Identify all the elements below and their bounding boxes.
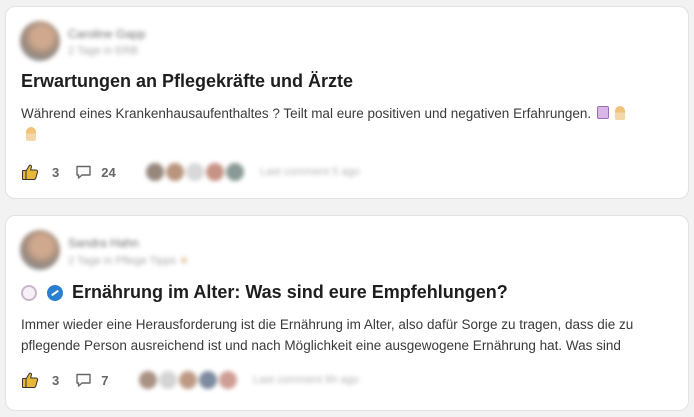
thumbs-up-icon [22,164,39,180]
comment-button[interactable]: 24 [75,164,116,180]
comment-button[interactable]: 7 [75,372,108,388]
participant-avatar [137,369,159,391]
comment-bubble-icon [76,165,91,179]
participant-avatar [197,369,219,391]
author-avatar[interactable] [20,230,60,270]
participant-avatars: Last comment 6h ago [137,368,359,392]
post-excerpt: Während eines Krankenhausaufenthaltes ? … [21,103,672,145]
post-card[interactable]: Caroline Gapp 2 Tage in ERB Erwartungen … [5,6,689,199]
post-excerpt-text: Während eines Krankenhausaufenthaltes ? … [21,106,592,121]
nurse-emoji-icon [615,106,626,120]
hospital-emoji-icon [597,106,610,119]
participant-avatar [217,369,239,391]
scale-emoji-icon [47,284,63,301]
post-title-text[interactable]: Ernährung im Alter: Was sind eure Empfeh… [72,282,508,303]
participant-avatar [144,161,166,183]
comment-count: 24 [101,164,116,180]
author-name[interactable]: Caroline Gapp [68,27,145,41]
like-button[interactable]: 3 [21,163,59,181]
like-count: 3 [52,164,60,180]
post-title[interactable]: Erwartungen an Pflegekräfte und Ärzte [21,71,353,92]
post-card[interactable]: Sandra Hahn 2 Tage in Pflege Tipps ★ Ern… [5,215,689,411]
participant-avatar [184,161,206,183]
author-meta: 2 Tage in ERB [68,45,139,57]
plate-emoji-icon [21,284,37,301]
last-activity: Last comment 5 ago [260,166,360,178]
post-author[interactable]: Caroline Gapp 2 Tage in ERB [20,19,190,67]
like-button[interactable]: 3 [21,371,59,389]
post-actions: 3 7 [21,368,108,392]
last-activity: Last comment 6h ago [253,374,359,386]
like-count: 3 [52,372,60,388]
participant-avatar [164,161,186,183]
author-name[interactable]: Sandra Hahn [68,236,139,250]
author-meta-text: 2 Tage in Pflege Tipps [68,255,177,267]
participant-avatar [157,369,179,391]
participant-avatars: Last comment 5 ago [144,160,360,184]
participant-avatar [177,369,199,391]
comment-count: 7 [101,372,109,388]
author-avatar[interactable] [20,21,60,61]
author-meta: 2 Tage in Pflege Tipps ★ [68,255,189,267]
post-title[interactable]: Ernährung im Alter: Was sind eure Empfeh… [21,282,508,303]
post-author[interactable]: Sandra Hahn 2 Tage in Pflege Tipps ★ [20,228,190,276]
post-actions: 3 24 [21,160,116,184]
participant-avatar [204,161,226,183]
thumbs-up-icon [22,372,39,388]
comment-bubble-icon [76,373,91,387]
nurse-emoji-icon [26,127,36,141]
participant-avatar [224,161,246,183]
post-excerpt: Immer wieder eine Herausforderung ist di… [21,317,634,353]
